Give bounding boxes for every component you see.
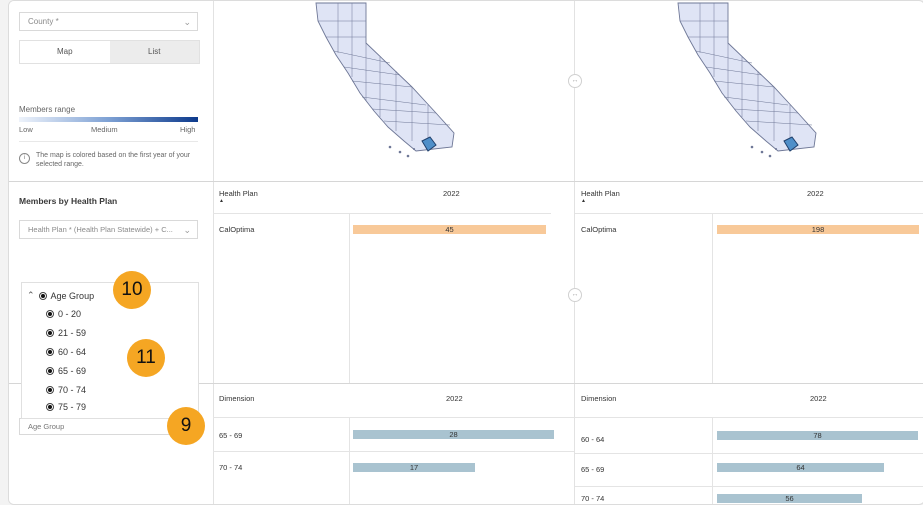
tree-root-label: Age Group xyxy=(50,290,95,301)
column-header-year[interactable]: 2022 xyxy=(446,394,463,403)
sort-ascending-icon[interactable]: ▲ xyxy=(219,198,224,204)
column-header-health-plan[interactable]: Health Plan xyxy=(581,189,620,198)
header-divider xyxy=(575,213,923,214)
chevron-up-icon[interactable]: ⌃ xyxy=(27,290,35,301)
column-header-dimension[interactable]: Dimension xyxy=(581,394,616,403)
tree-item-label: 65 - 69 xyxy=(58,366,87,376)
table-cell-dimension[interactable]: 65 - 69 xyxy=(219,431,242,440)
column-header-year[interactable]: 2022 xyxy=(810,394,827,403)
pane-splitter-handle[interactable]: ↔ xyxy=(568,74,582,88)
tree-item-label: 75 - 79 xyxy=(58,402,87,412)
members-range-label: Members range xyxy=(19,105,76,114)
column-divider xyxy=(712,213,713,383)
california-map-left[interactable] xyxy=(304,1,479,161)
tree-item[interactable]: 21 - 59 xyxy=(46,328,86,338)
column-divider xyxy=(712,417,713,504)
value-bar[interactable]: 78 xyxy=(717,431,918,440)
radio-selected-icon[interactable] xyxy=(38,291,47,300)
tree-item[interactable]: 65 - 69 xyxy=(46,366,86,376)
table-cell-dimension[interactable]: 70 - 74 xyxy=(581,494,604,503)
column-header-year[interactable]: 2022 xyxy=(807,189,824,198)
column-divider xyxy=(349,417,350,504)
radio-selected-icon[interactable] xyxy=(46,348,54,356)
header-divider xyxy=(575,417,923,418)
table-cell-health-plan[interactable]: CalOptima xyxy=(219,225,254,234)
row-divider xyxy=(575,453,923,454)
california-map-right[interactable] xyxy=(666,1,841,161)
value-bar[interactable]: 45 xyxy=(353,225,546,234)
divider xyxy=(19,141,198,142)
tree-root-age-group[interactable]: ⌃ Age Group xyxy=(27,290,94,301)
table-cell-dimension[interactable]: 70 - 74 xyxy=(219,463,242,472)
chevron-down-icon: ⌄ xyxy=(183,225,191,235)
members-by-health-plan-title: Members by Health Plan xyxy=(19,196,118,206)
row-divider xyxy=(575,486,923,487)
row-divider xyxy=(213,383,923,384)
header-divider xyxy=(213,417,574,418)
dashboard-frame: County * ⌄ Map List Members range Low Me… xyxy=(8,0,923,505)
radio-selected-icon[interactable] xyxy=(46,329,54,337)
step-badge-10: 10 xyxy=(113,271,151,309)
members-range-gradient xyxy=(19,117,198,122)
info-icon: i xyxy=(19,153,30,164)
step-badge-11: 11 xyxy=(127,339,165,377)
table-cell-dimension[interactable]: 60 - 64 xyxy=(581,435,604,444)
column-divider xyxy=(213,1,214,504)
tree-item[interactable]: 0 - 20 xyxy=(46,309,81,319)
column-header-year[interactable]: 2022 xyxy=(443,189,460,198)
radio-selected-icon[interactable] xyxy=(46,386,54,394)
list-toggle-button[interactable]: List xyxy=(109,41,199,63)
range-low-label: Low xyxy=(19,125,33,134)
radio-selected-icon[interactable] xyxy=(46,367,54,375)
sort-ascending-icon[interactable]: ▲ xyxy=(581,198,586,204)
health-plan-select[interactable]: Health Plan * (Health Plan Statewide) + … xyxy=(19,220,198,239)
tree-item[interactable]: 70 - 74 xyxy=(46,385,86,395)
tree-item-label: 60 - 64 xyxy=(58,347,87,357)
california-map-shape xyxy=(677,2,817,158)
table-cell-dimension[interactable]: 65 - 69 xyxy=(581,465,604,474)
chevron-down-icon: ⌄ xyxy=(183,17,191,27)
map-toggle-button[interactable]: Map xyxy=(20,41,110,63)
age-group-field-label: Age Group xyxy=(28,422,65,431)
county-select-label: County * xyxy=(28,17,59,26)
section-divider xyxy=(9,181,213,182)
map-note: i The map is colored based on the first … xyxy=(19,151,204,169)
tree-item-label: 21 - 59 xyxy=(58,328,87,338)
header-divider xyxy=(213,213,551,214)
column-divider xyxy=(349,213,350,383)
health-plan-select-value: Health Plan * (Health Plan Statewide) + … xyxy=(28,225,173,234)
step-badge-9: 9 xyxy=(167,407,205,445)
map-list-toggle: Map List xyxy=(19,40,200,64)
tree-item-label: 70 - 74 xyxy=(58,385,87,395)
row-divider xyxy=(213,181,923,182)
value-bar[interactable]: 28 xyxy=(353,430,554,439)
range-high-label: High xyxy=(180,125,196,134)
value-bar[interactable]: 64 xyxy=(717,463,884,472)
column-header-health-plan[interactable]: Health Plan xyxy=(219,189,258,198)
map-note-text: The map is colored based on the first ye… xyxy=(36,152,191,168)
california-map-shape xyxy=(315,2,455,158)
range-medium-label: Medium xyxy=(91,125,118,134)
value-bar[interactable]: 56 xyxy=(717,494,862,503)
tree-item[interactable]: 60 - 64 xyxy=(46,347,86,357)
table-cell-health-plan[interactable]: CalOptima xyxy=(581,225,616,234)
age-group-tree-popup: ⌃ Age Group 0 - 20 21 - 59 60 - 64 65 - … xyxy=(21,282,199,419)
pane-splitter-handle[interactable]: ↔ xyxy=(568,288,582,302)
tree-item-label: 0 - 20 xyxy=(58,309,82,319)
radio-selected-icon[interactable] xyxy=(46,310,54,318)
tree-item[interactable]: 75 - 79 xyxy=(46,402,86,412)
value-bar[interactable]: 17 xyxy=(353,463,475,472)
radio-selected-icon[interactable] xyxy=(46,403,54,411)
row-divider xyxy=(213,451,574,452)
column-header-dimension[interactable]: Dimension xyxy=(219,394,254,403)
value-bar[interactable]: 198 xyxy=(717,225,919,234)
county-select[interactable]: County * ⌄ xyxy=(19,12,198,31)
